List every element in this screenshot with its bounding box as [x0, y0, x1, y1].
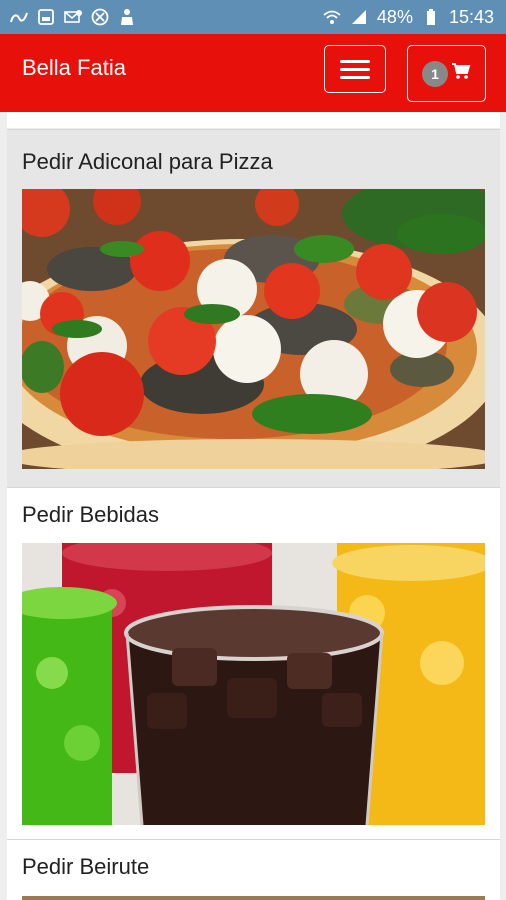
hamburger-icon-bar	[340, 75, 370, 79]
pizza-image	[22, 189, 485, 469]
card-title: Pedir Bebidas	[22, 502, 159, 527]
hamburger-icon-bar	[340, 67, 370, 71]
cart-button[interactable]: 1	[407, 45, 486, 102]
menu-list: Pedir Adiconal para Pizza Pedir Bebidas …	[0, 112, 506, 900]
person-icon	[118, 8, 136, 26]
card-beirute[interactable]: Pedir Beirute	[7, 839, 500, 900]
wifi-icon	[323, 8, 341, 26]
navbar: Bella Fatia 1	[0, 34, 506, 112]
drinks-image	[22, 543, 485, 825]
blocked-icon	[91, 8, 109, 26]
battery-percent: 48%	[376, 6, 413, 27]
clock: 15:43	[448, 6, 494, 27]
cart-count-badge: 1	[422, 60, 448, 87]
beirute-image	[22, 896, 485, 900]
menu-button[interactable]	[324, 45, 386, 93]
hamburger-icon-bar	[340, 59, 370, 63]
brand-title[interactable]: Bella Fatia	[22, 55, 126, 81]
card-adicional-pizza[interactable]: Pedir Adiconal para Pizza	[7, 129, 500, 487]
mail-icon	[64, 8, 82, 26]
cart-icon	[451, 62, 471, 85]
image-icon	[37, 8, 55, 26]
signal-icon	[350, 8, 368, 26]
status-bar: 48% 15:43	[0, 0, 506, 34]
battery-icon	[422, 8, 440, 26]
card-title: Pedir Adiconal para Pizza	[22, 149, 273, 174]
notification-icon	[10, 8, 28, 26]
card-bebidas[interactable]: Pedir Bebidas	[7, 487, 500, 839]
card-title: Pedir Beirute	[22, 854, 150, 879]
previous-card-bottom	[7, 112, 500, 128]
